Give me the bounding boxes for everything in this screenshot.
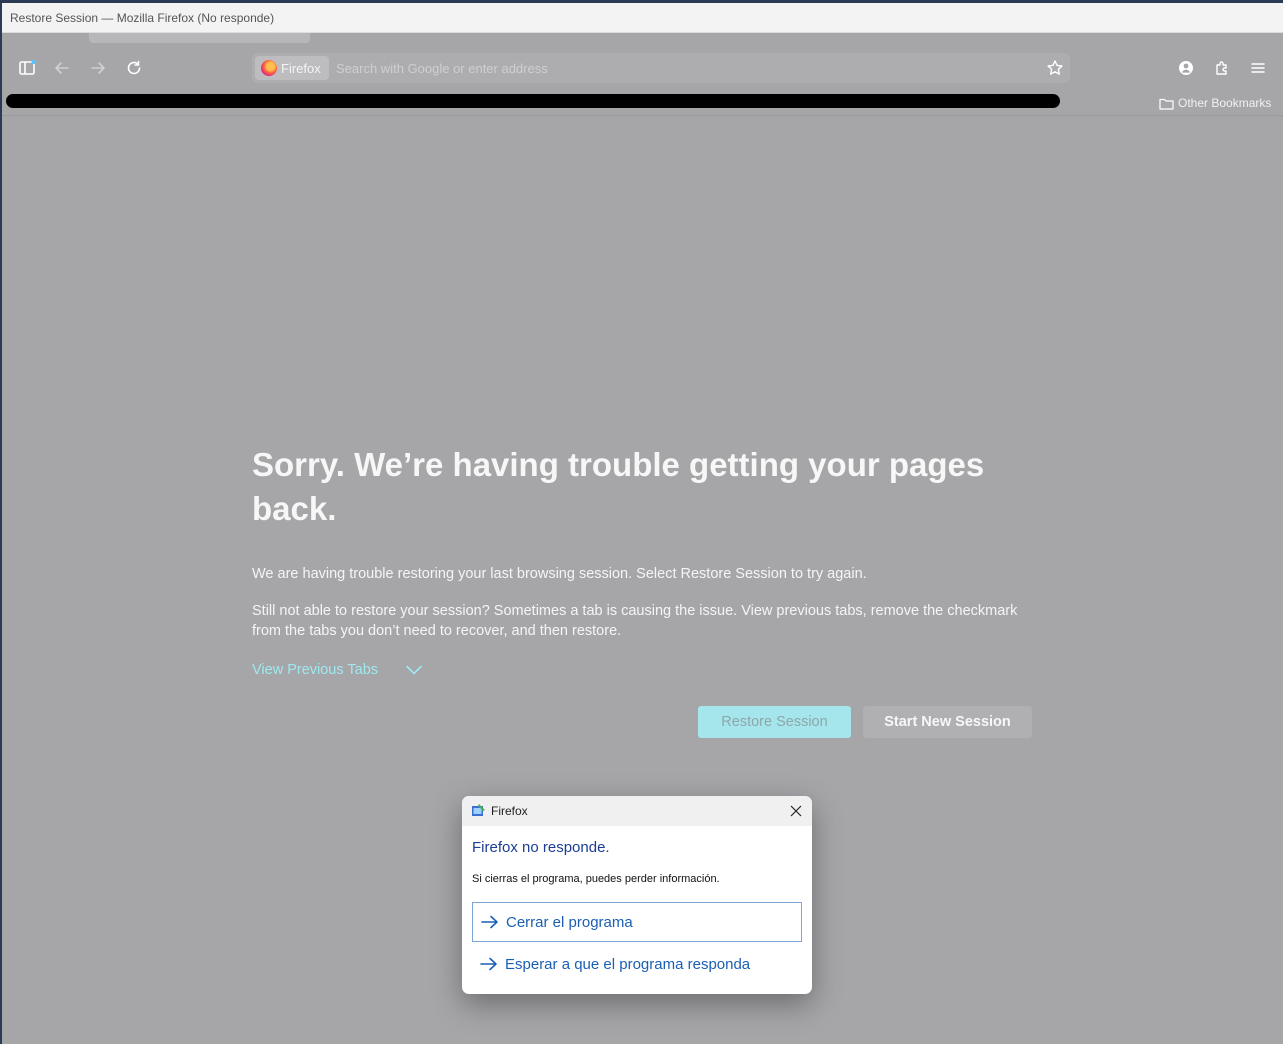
identity-box[interactable]: Firefox (255, 56, 329, 80)
navigation-toolbar: Firefox Search with Google or enter addr… (2, 46, 1283, 90)
redacted-bookmarks (6, 94, 1060, 108)
forward-arrow-icon[interactable] (85, 55, 111, 81)
not-responding-dialog: Firefox Firefox no responde. Si cierras … (462, 796, 812, 994)
browser-window: Restore Session — Mozilla Firefox (No re… (2, 3, 1283, 1044)
address-bar[interactable]: Firefox Search with Google or enter addr… (252, 53, 1070, 83)
dialog-app-name: Firefox (491, 804, 528, 818)
sidebar-icon[interactable] (14, 55, 40, 81)
firefox-logo-icon (261, 60, 277, 76)
close-program-option[interactable]: Cerrar el programa (472, 902, 802, 942)
dialog-heading: Firefox no responde. (472, 839, 610, 856)
extensions-icon[interactable] (1209, 55, 1235, 81)
close-program-label: Cerrar el programa (506, 913, 633, 931)
dialog-close-button[interactable] (784, 799, 808, 823)
wait-program-option[interactable]: Esperar a que el programa responda (472, 944, 802, 984)
view-previous-tabs-toggle[interactable]: View Previous Tabs (252, 662, 422, 678)
title-bar: Restore Session — Mozilla Firefox (No re… (2, 3, 1283, 33)
wait-program-label: Esperar a que el programa responda (505, 955, 751, 973)
tab-current[interactable] (89, 33, 310, 43)
dialog-message: Si cierras el programa, puedes perder in… (472, 873, 720, 885)
folder-icon (1159, 98, 1174, 110)
start-new-session-button[interactable]: Start New Session (863, 706, 1032, 738)
page-title: Sorry. We’re having trouble getting your… (252, 446, 985, 527)
window-title: Restore Session — Mozilla Firefox (No re… (10, 11, 275, 25)
reload-icon[interactable] (121, 55, 147, 81)
tab-strip (2, 33, 1283, 46)
address-placeholder[interactable]: Search with Google or enter address (336, 61, 548, 76)
bookmark-star-icon[interactable] (1046, 59, 1064, 77)
identity-label: Firefox (281, 60, 321, 76)
close-icon (790, 805, 802, 817)
dialog-title-bar: Firefox (462, 796, 812, 826)
bookmarks-toolbar: Other Bookmarks (2, 90, 1283, 116)
menu-icon[interactable] (1245, 55, 1271, 81)
program-icon (472, 804, 485, 816)
description-text: We are having trouble restoring your las… (252, 566, 867, 582)
other-bookmarks-folder[interactable]: Other Bookmarks (1159, 96, 1271, 110)
arrow-right-icon (481, 915, 498, 929)
view-previous-tabs-label: View Previous Tabs (252, 662, 379, 678)
help-text: Still not able to restore your session? … (252, 603, 1018, 639)
restore-session-button[interactable]: Restore Session (698, 706, 851, 738)
account-icon[interactable] (1173, 55, 1199, 81)
chevron-down-icon (406, 665, 422, 675)
other-bookmarks-label: Other Bookmarks (1178, 96, 1272, 110)
back-arrow-icon[interactable] (49, 55, 75, 81)
arrow-right-icon (480, 957, 497, 971)
